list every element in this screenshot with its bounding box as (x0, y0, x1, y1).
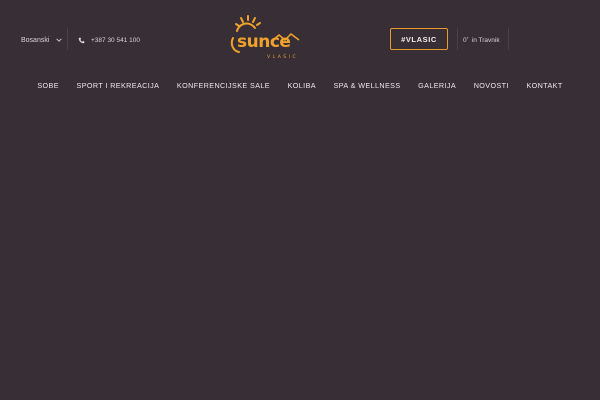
weather-widget: 0˚ in Travnik (463, 35, 500, 45)
nav-item-novosti[interactable]: NOVOSTI (465, 81, 518, 90)
svg-text:sunce: sunce (237, 32, 290, 52)
phone-number: +387 30 541 100 (91, 36, 140, 44)
header-divider (67, 28, 68, 50)
nav-item-kontakt[interactable]: KONTAKT (518, 81, 572, 90)
language-label: Bosanski (21, 36, 50, 44)
phone-link[interactable]: +387 30 541 100 (78, 34, 140, 46)
main-navigation: SOBE SPORT I REKREACIJA KONFERENCIJSKE S… (0, 78, 600, 92)
phone-icon (78, 37, 85, 43)
svg-text:VLAŠIĆ: VLAŠIĆ (267, 53, 298, 60)
sunce-logo[interactable]: sunce VLAŠIĆ (229, 14, 303, 62)
nav-item-galerija[interactable]: GALERIJA (409, 81, 465, 90)
header-divider (457, 28, 458, 50)
nav-item-sobe[interactable]: SOBE (29, 81, 68, 90)
nav-item-konferencijske-sale[interactable]: KONFERENCIJSKE SALE (168, 81, 279, 90)
weather-location: in Travnik (471, 36, 500, 44)
nav-item-koliba[interactable]: KOLIBA (279, 81, 325, 90)
chevron-down-icon (56, 38, 63, 42)
language-selector[interactable]: Bosanski (21, 34, 63, 46)
header-divider (508, 28, 509, 50)
top-header: Bosanski +387 30 541 100 sunce VLAŠIĆ #V… (0, 0, 600, 80)
weather-temperature: 0˚ (463, 36, 469, 44)
hashtag-vlasic-button[interactable]: #VLASIC (390, 28, 448, 50)
nav-item-spa-wellness[interactable]: SPA & WELLNESS (325, 81, 410, 90)
nav-item-sport-i-rekreacija[interactable]: SPORT I REKREACIJA (68, 81, 168, 90)
